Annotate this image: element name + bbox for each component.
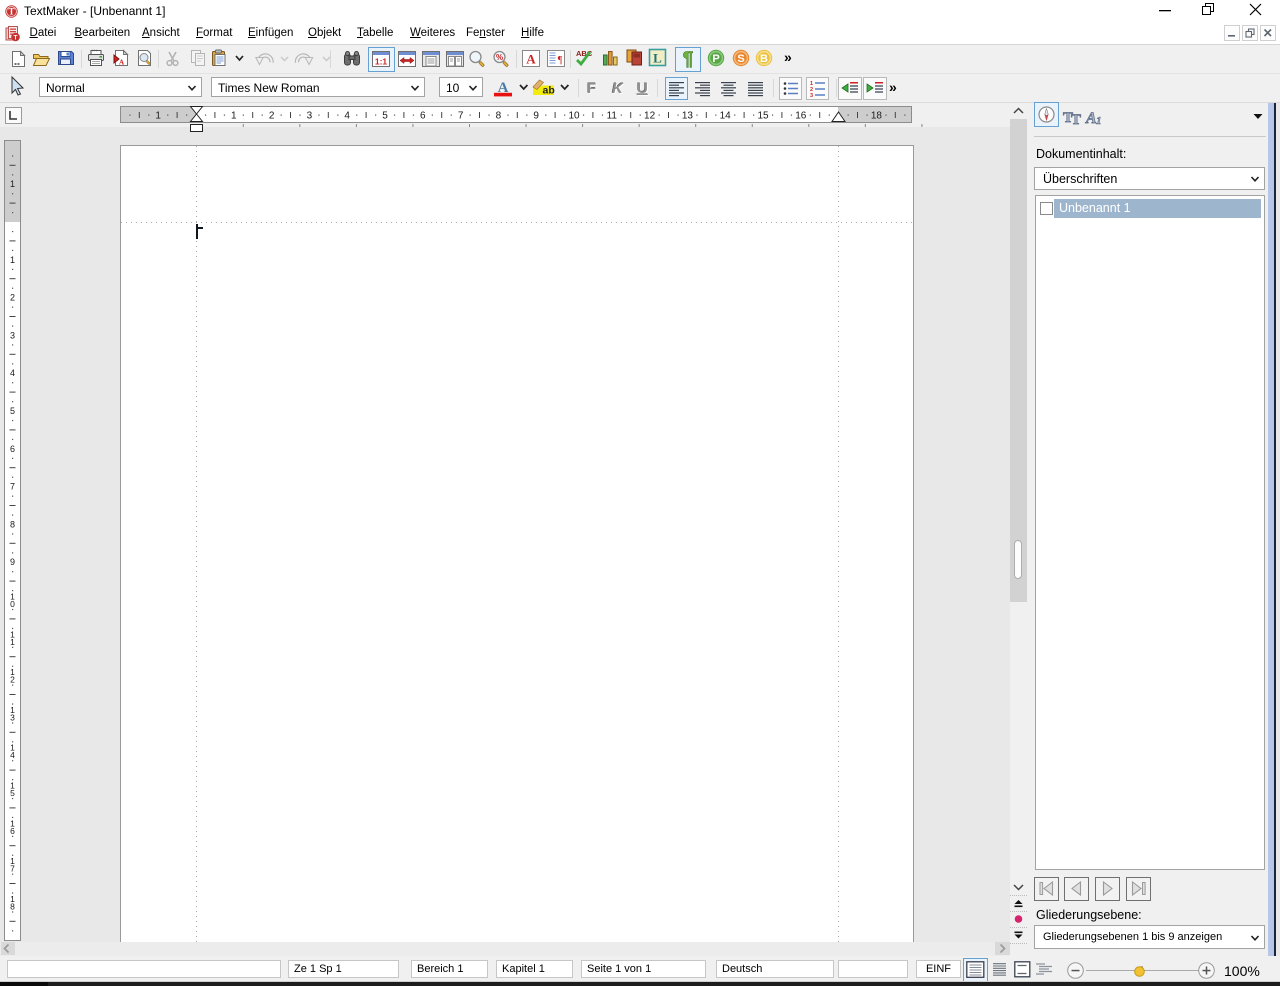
svg-text:A: A — [119, 59, 124, 67]
svg-text:P: P — [712, 53, 719, 65]
svg-text:¶: ¶ — [558, 55, 563, 66]
svg-text:1: 1 — [231, 111, 237, 122]
svg-text:1: 1 — [155, 111, 161, 122]
svg-text:8: 8 — [10, 519, 15, 529]
svg-text:T: T — [8, 7, 14, 17]
svg-text:ab: ab — [543, 85, 555, 97]
svg-text:2: 2 — [269, 111, 275, 122]
svg-text:9: 9 — [533, 111, 539, 122]
svg-text:15: 15 — [757, 111, 769, 122]
svg-text:10: 10 — [568, 111, 580, 122]
svg-text:8: 8 — [10, 901, 15, 911]
svg-text:1:1: 1:1 — [375, 57, 388, 67]
svg-text:%: % — [496, 53, 503, 62]
svg-text:2: 2 — [10, 293, 15, 303]
svg-text:12: 12 — [644, 111, 656, 122]
svg-text:7: 7 — [458, 111, 464, 122]
svg-text:1: 1 — [1096, 115, 1102, 127]
svg-text:T: T — [1071, 112, 1081, 128]
svg-text:3: 3 — [10, 712, 15, 722]
svg-text:8: 8 — [496, 111, 502, 122]
svg-text:S: S — [737, 53, 744, 65]
svg-text:13: 13 — [682, 111, 694, 122]
svg-text:14: 14 — [720, 111, 732, 122]
svg-text:1: 1 — [10, 255, 15, 265]
svg-text:4: 4 — [10, 368, 15, 378]
svg-text:7: 7 — [10, 482, 15, 492]
svg-text:¶: ¶ — [683, 49, 694, 70]
svg-text:9: 9 — [10, 557, 15, 567]
svg-text:3: 3 — [10, 330, 15, 340]
svg-text:1: 1 — [10, 637, 15, 647]
svg-text:4: 4 — [344, 111, 350, 122]
svg-text:16: 16 — [795, 111, 807, 122]
svg-text:5: 5 — [10, 406, 15, 416]
svg-text:5: 5 — [382, 111, 388, 122]
svg-text:3: 3 — [810, 93, 813, 99]
svg-text:L: L — [653, 51, 662, 66]
svg-text:7: 7 — [10, 864, 15, 874]
svg-text:6: 6 — [420, 111, 426, 122]
svg-text:A: A — [526, 52, 536, 67]
svg-text:18: 18 — [871, 111, 883, 122]
svg-text:B: B — [760, 53, 768, 65]
svg-text:3: 3 — [307, 111, 313, 122]
svg-text:6: 6 — [10, 826, 15, 836]
svg-text:1: 1 — [10, 179, 15, 189]
svg-text:11: 11 — [607, 111, 618, 122]
svg-text:4: 4 — [10, 750, 15, 760]
svg-text:T: T — [14, 35, 18, 42]
svg-text:0: 0 — [10, 599, 15, 609]
svg-text:6: 6 — [10, 444, 15, 454]
svg-text:5: 5 — [10, 788, 15, 798]
svg-text:2: 2 — [10, 675, 15, 685]
